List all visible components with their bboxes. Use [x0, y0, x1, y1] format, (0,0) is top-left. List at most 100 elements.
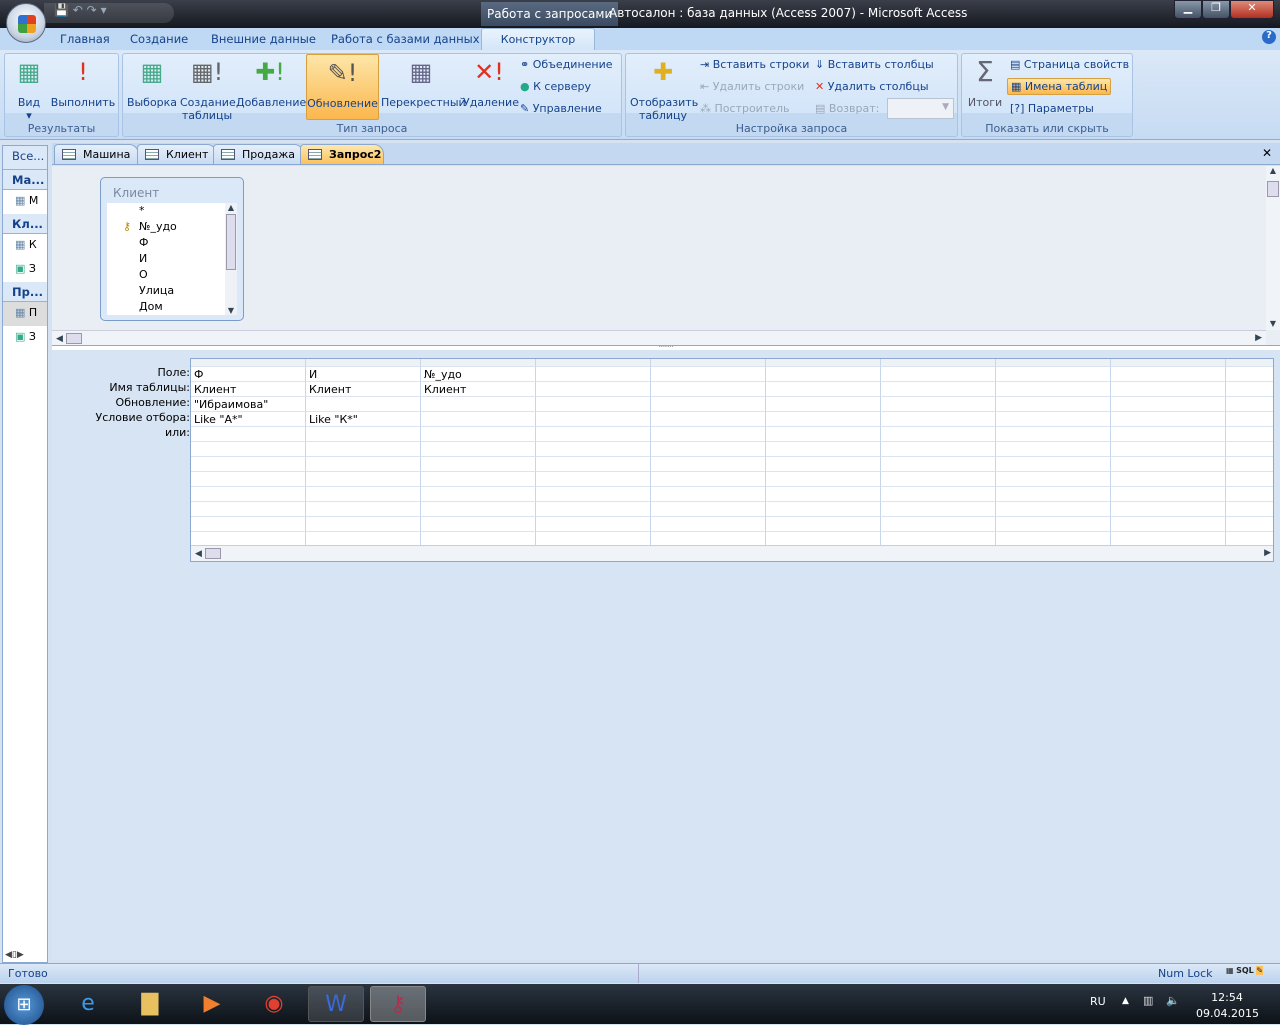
grid-cell[interactable]: [996, 427, 1111, 442]
field-item[interactable]: О: [139, 267, 225, 283]
grid-cell[interactable]: [651, 457, 766, 472]
append-button[interactable]: ✚! Добавление: [236, 56, 306, 109]
grid-cell[interactable]: [881, 517, 996, 532]
grid-cell[interactable]: [651, 442, 766, 457]
taskbar-ie-icon[interactable]: e: [60, 986, 116, 1022]
taskbar-chrome-icon[interactable]: ◉: [246, 986, 302, 1022]
return-dropdown[interactable]: ▼: [887, 98, 954, 119]
grid-cell[interactable]: [421, 487, 536, 502]
column-selector[interactable]: [306, 359, 421, 367]
datasheet-view-icon[interactable]: ▦: [1226, 966, 1234, 975]
grid-cell[interactable]: [1111, 397, 1226, 412]
field-item[interactable]: И: [139, 251, 225, 267]
nav-group[interactable]: Ма...: [3, 170, 47, 190]
grid-cell[interactable]: [1111, 517, 1226, 532]
grid-cell[interactable]: [1226, 472, 1273, 487]
grid-cell[interactable]: [1226, 457, 1273, 472]
doc-tab-prodazha[interactable]: Продажа: [213, 144, 304, 165]
grid-cell[interactable]: [421, 517, 536, 532]
grid-cell[interactable]: [1226, 397, 1273, 412]
grid-cell[interactable]: [191, 502, 306, 517]
field-item[interactable]: ⚷ №_удо: [123, 219, 225, 235]
grid-cell[interactable]: [651, 412, 766, 427]
tray-expand-icon[interactable]: ▲: [1122, 996, 1129, 1006]
grid-cell[interactable]: [766, 457, 881, 472]
grid-cell[interactable]: [306, 502, 421, 517]
grid-cell[interactable]: [306, 442, 421, 457]
grid-cell[interactable]: [651, 397, 766, 412]
grid-cell[interactable]: [1111, 382, 1226, 397]
column-selector[interactable]: [766, 359, 881, 367]
tab-create[interactable]: Создание: [130, 32, 188, 46]
grid-cell[interactable]: [766, 412, 881, 427]
field-item[interactable]: Ф: [139, 235, 225, 251]
grid-cell[interactable]: Клиент: [191, 382, 306, 397]
grid-cell[interactable]: [421, 442, 536, 457]
grid-cell[interactable]: [536, 427, 651, 442]
nav-header[interactable]: Все...: [3, 146, 47, 170]
field-list-scrollbar[interactable]: ▲ ▼: [225, 203, 237, 315]
nav-item[interactable]: ▦ М: [3, 190, 47, 214]
redo-icon[interactable]: ↷: [87, 3, 97, 17]
delete-columns-button[interactable]: ✕ Удалить столбцы: [815, 80, 929, 93]
grid-cell[interactable]: [996, 502, 1111, 517]
nav-item[interactable]: ▦ П: [3, 302, 47, 326]
volume-icon[interactable]: 🔈: [1166, 994, 1180, 1007]
grid-cell[interactable]: [536, 412, 651, 427]
grid-cell[interactable]: [881, 457, 996, 472]
crosstab-button[interactable]: ▦ Перекрестный: [381, 56, 466, 109]
make-table-button[interactable]: ▦! Создание таблицы: [180, 56, 236, 122]
grid-cell[interactable]: [766, 442, 881, 457]
grid-cell[interactable]: [536, 442, 651, 457]
tab-database-tools[interactable]: Работа с базами данных: [331, 32, 480, 46]
nav-group[interactable]: Кл...: [3, 214, 47, 234]
design-view-icon[interactable]: ✎: [1256, 966, 1264, 975]
union-button[interactable]: ⚭ Объединение: [520, 58, 613, 71]
tab-home[interactable]: Главная: [60, 32, 110, 46]
restore-button[interactable]: ❐: [1202, 0, 1230, 19]
column-selector[interactable]: [536, 359, 651, 367]
grid-cell[interactable]: [1226, 427, 1273, 442]
column-selector[interactable]: [421, 359, 536, 367]
grid-cell[interactable]: [996, 397, 1111, 412]
grid-cell[interactable]: [881, 442, 996, 457]
sql-view-icon[interactable]: SQL: [1236, 966, 1254, 975]
grid-cell[interactable]: Like "К*": [306, 412, 421, 427]
grid-cell[interactable]: [651, 382, 766, 397]
clock[interactable]: 12:54 09.04.2015: [1196, 990, 1259, 1022]
grid-cell[interactable]: [766, 367, 881, 382]
nav-item[interactable]: ▦ К: [3, 234, 47, 258]
property-sheet-button[interactable]: ▤ Страница свойств: [1010, 58, 1129, 71]
customize-qat-icon[interactable]: ▾: [101, 3, 107, 17]
taskbar-media-player-icon[interactable]: ▶: [184, 986, 240, 1022]
grid-cell[interactable]: [996, 367, 1111, 382]
grid-cell[interactable]: [306, 427, 421, 442]
grid-cell[interactable]: [306, 457, 421, 472]
grid-cell[interactable]: [996, 517, 1111, 532]
grid-cell[interactable]: [1111, 412, 1226, 427]
grid-cell[interactable]: Ф: [191, 367, 306, 382]
grid-cell[interactable]: [651, 367, 766, 382]
doc-tab-mashina[interactable]: Машина: [54, 144, 140, 165]
nav-group[interactable]: Пр...: [3, 282, 47, 302]
grid-cell[interactable]: [766, 397, 881, 412]
run-button[interactable]: ! Выполнить: [50, 56, 116, 109]
grid-cell[interactable]: [881, 472, 996, 487]
grid-cell[interactable]: [536, 487, 651, 502]
grid-cell[interactable]: [1111, 502, 1226, 517]
insert-rows-button[interactable]: ⇥ Вставить строки: [700, 58, 809, 71]
taskbar-word-icon[interactable]: W: [308, 986, 364, 1022]
grid-cell[interactable]: [881, 502, 996, 517]
grid-cell[interactable]: Like "А*": [191, 412, 306, 427]
parameters-button[interactable]: [?] Параметры: [1010, 102, 1094, 115]
data-definition-button[interactable]: ✎ Управление: [520, 102, 602, 115]
grid-cell[interactable]: [1111, 472, 1226, 487]
save-icon[interactable]: 💾: [54, 3, 69, 17]
grid-cell[interactable]: [191, 427, 306, 442]
grid-cell[interactable]: [421, 457, 536, 472]
close-window-button[interactable]: ✕: [1230, 0, 1274, 19]
grid-cell[interactable]: [536, 517, 651, 532]
delete-query-button[interactable]: ✕! Удаление: [463, 56, 519, 109]
doc-tab-klient[interactable]: Клиент: [137, 144, 218, 165]
pass-through-button[interactable]: ● К серверу: [520, 80, 591, 93]
